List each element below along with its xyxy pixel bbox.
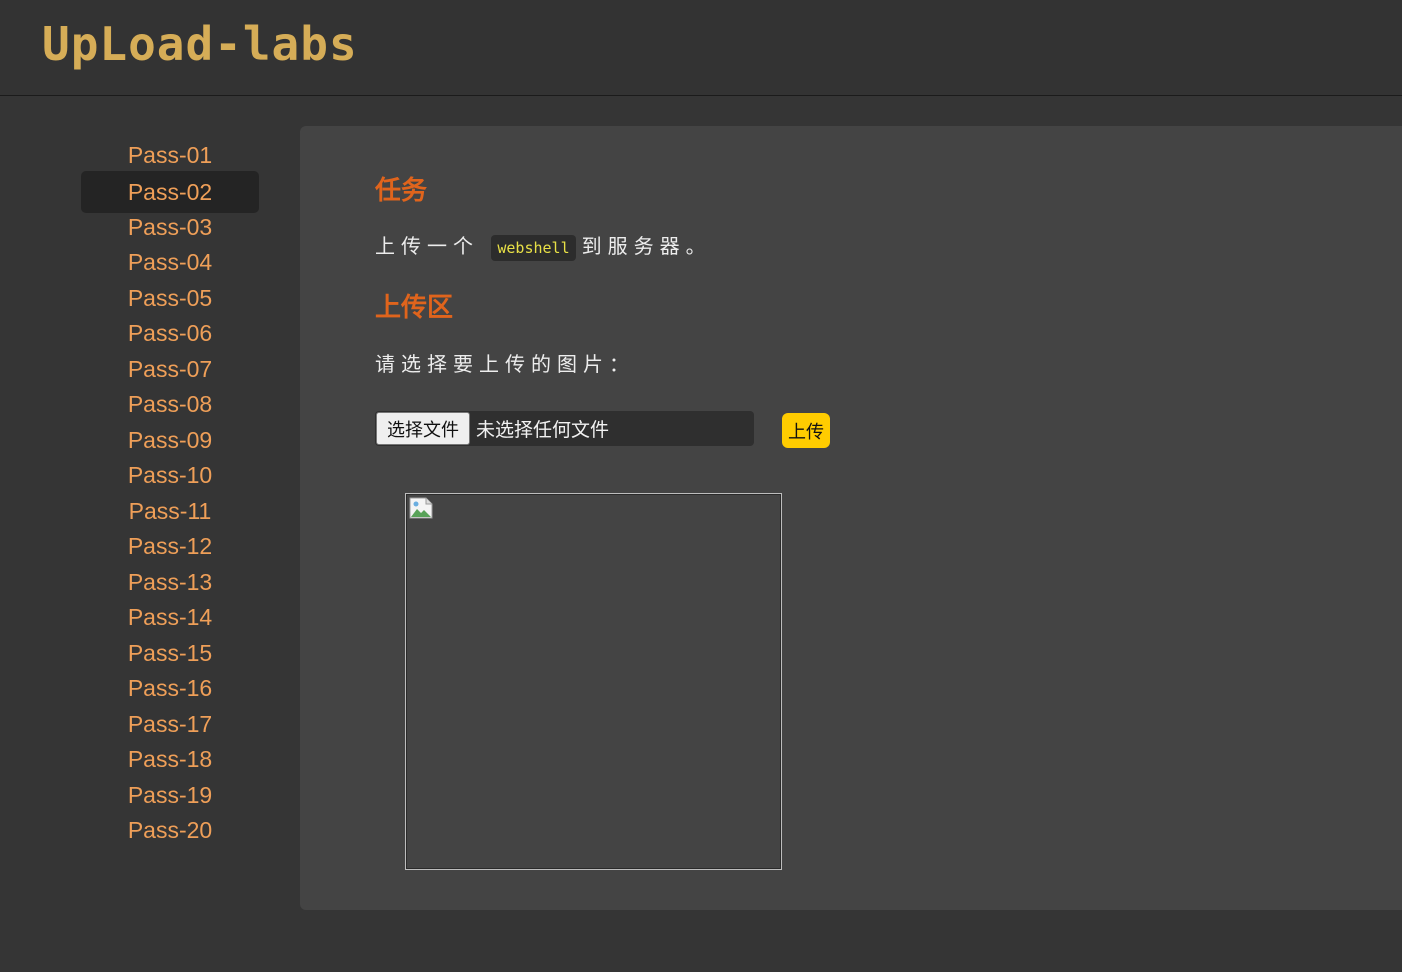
task-heading: 任务 — [375, 176, 428, 206]
task-prefix: 上传一个 — [375, 234, 479, 258]
task-suffix: 到服务器。 — [581, 234, 712, 258]
upload-button[interactable]: 上传 — [782, 413, 830, 448]
sidebar-item-pass-17[interactable]: Pass-17 — [81, 707, 259, 743]
sidebar-item-pass-02[interactable]: Pass-02 — [81, 170, 259, 213]
sidebar-item-pass-07[interactable]: Pass-07 — [81, 352, 259, 388]
choose-file-button[interactable]: 选择文件 — [376, 412, 470, 445]
file-status: 未选择任何文件 — [476, 419, 610, 441]
webshell-code: webshell — [491, 234, 576, 261]
sidebar-item-pass-13[interactable]: Pass-13 — [81, 565, 259, 601]
file-input[interactable]: 选择文件 未选择任何文件 — [375, 411, 754, 446]
sidebar-item-pass-12[interactable]: Pass-12 — [81, 529, 259, 565]
sidebar-item-pass-08[interactable]: Pass-08 — [81, 387, 259, 423]
upload-heading: 上传区 — [375, 293, 454, 323]
sidebar-nav: Pass-01 Pass-02 Pass-03 Pass-04 Pass-05 … — [81, 138, 259, 849]
broken-image-icon — [409, 497, 433, 519]
site-logo[interactable]: UpLoad-labs — [42, 14, 358, 74]
task-description: 上传一个 webshell 到服务器。 — [375, 230, 712, 261]
sidebar-item-pass-11[interactable]: Pass-11 — [81, 494, 259, 530]
sidebar-item-pass-05[interactable]: Pass-05 — [81, 281, 259, 317]
sidebar-item-pass-14[interactable]: Pass-14 — [81, 600, 259, 636]
sidebar-item-pass-16[interactable]: Pass-16 — [81, 671, 259, 707]
sidebar-item-pass-09[interactable]: Pass-09 — [81, 423, 259, 459]
sidebar-item-pass-15[interactable]: Pass-15 — [81, 636, 259, 672]
site-header: UpLoad-labs — [0, 0, 1402, 96]
sidebar-item-pass-10[interactable]: Pass-10 — [81, 458, 259, 494]
sidebar-item-pass-19[interactable]: Pass-19 — [81, 778, 259, 814]
sidebar-item-pass-06[interactable]: Pass-06 — [81, 316, 259, 352]
sidebar-item-pass-20[interactable]: Pass-20 — [81, 813, 259, 849]
sidebar-item-pass-01[interactable]: Pass-01 — [81, 138, 259, 174]
sidebar-item-pass-18[interactable]: Pass-18 — [81, 742, 259, 778]
upload-prompt: 请选择要上传的图片： — [375, 352, 635, 376]
image-preview — [405, 493, 782, 870]
sidebar-item-pass-03[interactable]: Pass-03 — [81, 210, 259, 246]
sidebar-item-pass-04[interactable]: Pass-04 — [81, 245, 259, 281]
main-panel: 任务 上传一个 webshell 到服务器。 上传区 请选择要上传的图片： 选择文… — [300, 126, 1402, 910]
